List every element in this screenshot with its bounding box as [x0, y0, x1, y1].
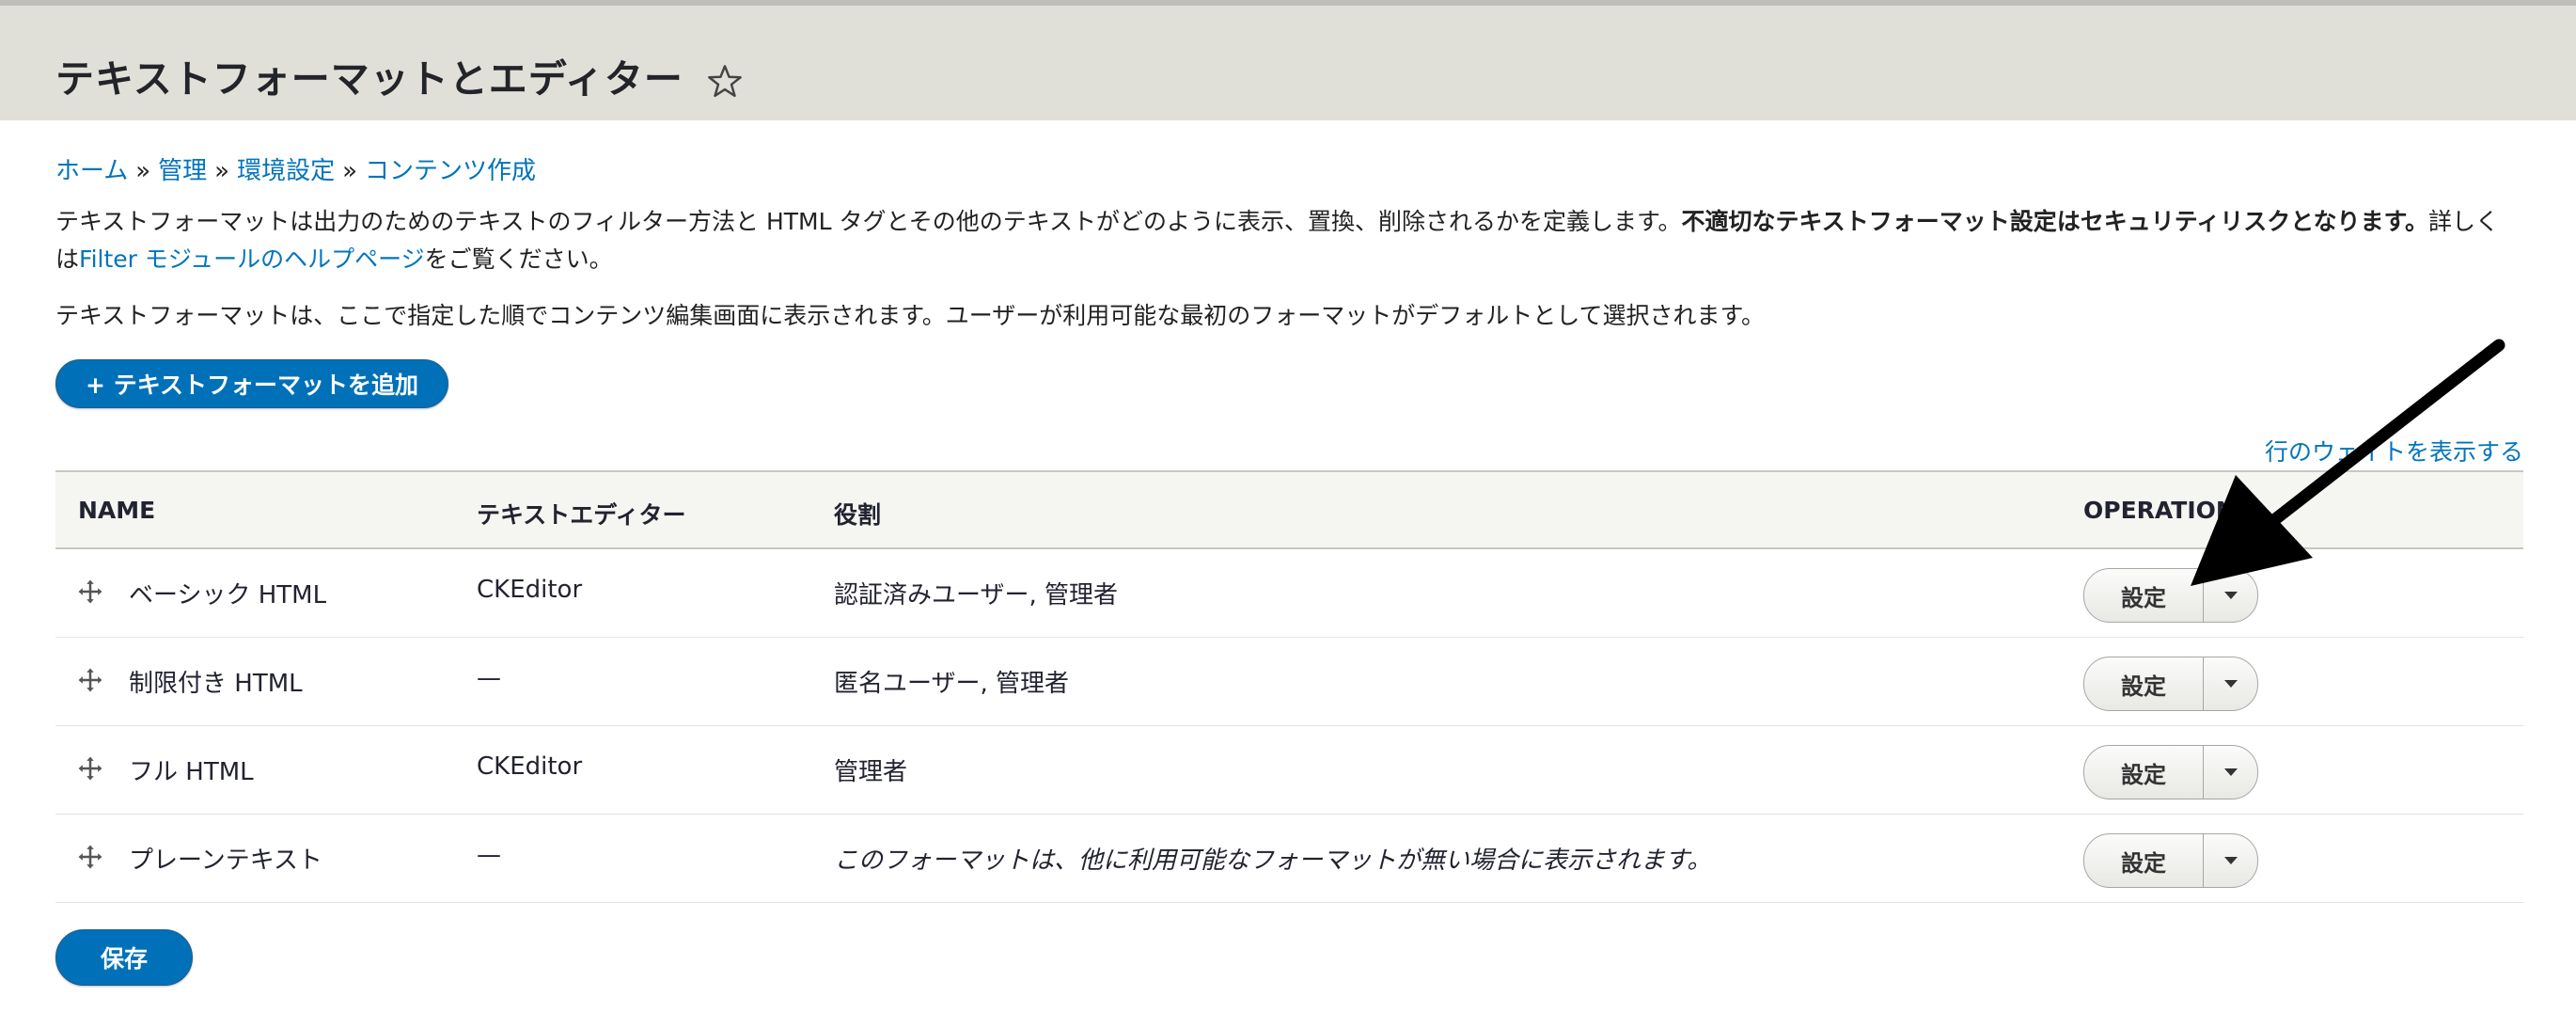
- filter-help-link[interactable]: Filter モジュールのヘルプページ: [79, 245, 425, 273]
- table-header: NAME テキストエディター 役割 OPERATIONS: [55, 470, 2523, 549]
- table-row: プレーンテキスト — このフォーマットは、他に利用可能なフォーマットが無い場合に…: [55, 815, 2523, 903]
- operations-dropbutton: 設定: [2083, 657, 2258, 711]
- page-header: テキストフォーマットとエディター: [0, 6, 2576, 120]
- favorite-star-icon[interactable]: [705, 62, 745, 102]
- breadcrumb-separator: »: [214, 157, 230, 185]
- save-button[interactable]: 保存: [55, 929, 193, 986]
- configure-button[interactable]: 設定: [2084, 657, 2204, 710]
- format-roles: 認証済みユーザー, 管理者: [834, 581, 1119, 609]
- format-editor: CKEditor: [477, 752, 583, 781]
- format-roles: このフォーマットは、他に利用可能なフォーマットが無い場合に表示されます。: [834, 847, 1712, 875]
- breadcrumb-separator: »: [342, 157, 358, 185]
- operations-dropbutton: 設定: [2083, 568, 2258, 623]
- triangle-down-icon: [2223, 857, 2238, 864]
- header-roles: 役割: [834, 501, 882, 529]
- format-editor: —: [477, 841, 501, 869]
- help-text-intro: テキストフォーマットは出力のためのテキストのフィルター方法と HTML タグとそ…: [55, 208, 1682, 235]
- format-name: フル HTML: [129, 758, 254, 786]
- configure-button[interactable]: 設定: [2084, 834, 2204, 887]
- format-editor: CKEditor: [477, 576, 583, 604]
- format-name: 制限付き HTML: [129, 670, 303, 698]
- operations-dropbutton: 設定: [2083, 833, 2258, 888]
- text-formats-table: NAME テキストエディター 役割 OPERATIONS ベーシック HTML …: [55, 470, 2523, 903]
- breadcrumb: ホーム» 管理» 環境設定» コンテンツ作成: [55, 156, 536, 186]
- drag-handle-icon[interactable]: [76, 843, 104, 871]
- table-row: 制限付き HTML — 匿名ユーザー, 管理者 設定: [55, 638, 2523, 726]
- operations-toggle[interactable]: [2204, 834, 2257, 887]
- breadcrumb-separator: »: [135, 157, 151, 185]
- table-row: ベーシック HTML CKEditor 認証済みユーザー, 管理者 設定: [55, 549, 2523, 638]
- show-row-weights-link[interactable]: 行のウェイトを表示する: [2265, 434, 2523, 467]
- add-text-format-button[interactable]: + テキストフォーマットを追加: [55, 359, 448, 408]
- breadcrumb-admin-link[interactable]: 管理: [158, 157, 207, 185]
- format-name: プレーンテキスト: [129, 847, 322, 875]
- format-roles: 匿名ユーザー, 管理者: [834, 670, 1070, 698]
- triangle-down-icon: [2223, 592, 2238, 599]
- drag-handle-icon[interactable]: [76, 754, 104, 783]
- triangle-down-icon: [2223, 680, 2238, 688]
- breadcrumb-config-link[interactable]: 環境設定: [237, 157, 335, 185]
- operations-toggle[interactable]: [2204, 569, 2257, 622]
- operations-toggle[interactable]: [2204, 657, 2257, 710]
- operations-toggle[interactable]: [2204, 746, 2257, 799]
- header-text-editor: テキストエディター: [477, 501, 686, 529]
- operations-dropbutton: 設定: [2083, 745, 2258, 799]
- header-name: NAME: [78, 497, 156, 524]
- header-operations: OPERATIONS: [2083, 497, 2253, 524]
- configure-button[interactable]: 設定: [2084, 746, 2204, 799]
- format-name: ベーシック HTML: [129, 581, 327, 609]
- security-warning: 不適切なテキストフォーマット設定はセキュリティリスクとなります。: [1681, 208, 2428, 235]
- format-editor: —: [477, 664, 501, 692]
- triangle-down-icon: [2223, 768, 2238, 776]
- page-title: テキストフォーマットとエディター: [55, 56, 683, 102]
- configure-button[interactable]: 設定: [2084, 569, 2204, 622]
- help-text-end: をご覧ください。: [424, 245, 613, 273]
- format-roles: 管理者: [834, 758, 908, 786]
- breadcrumb-content-authoring-link[interactable]: コンテンツ作成: [365, 157, 536, 185]
- table-row: フル HTML CKEditor 管理者 設定: [55, 726, 2523, 815]
- help-text: テキストフォーマットは出力のためのテキストのフィルター方法と HTML タグとそ…: [55, 203, 2500, 278]
- drag-handle-icon[interactable]: [76, 666, 104, 694]
- order-note: テキストフォーマットは、ここで指定した順でコンテンツ編集画面に表示されます。ユー…: [55, 302, 1766, 329]
- breadcrumb-home-link[interactable]: ホーム: [55, 157, 128, 185]
- drag-handle-icon[interactable]: [76, 578, 104, 606]
